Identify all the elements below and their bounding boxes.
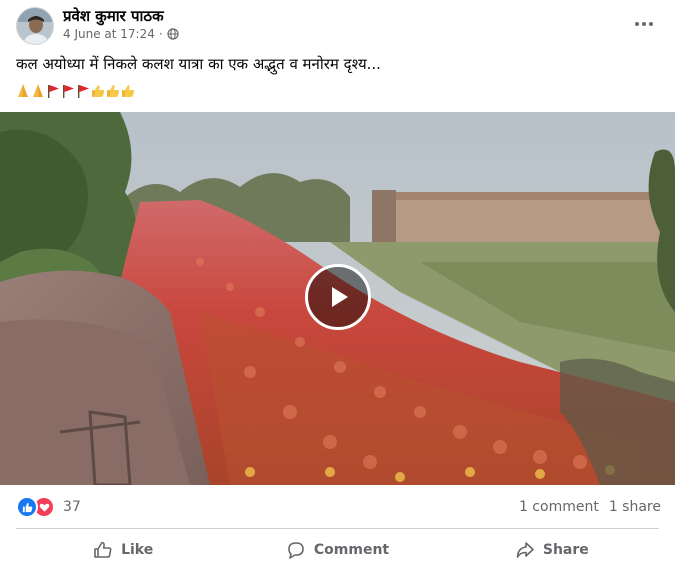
share-icon xyxy=(516,542,534,558)
post-actions: Like Comment Share xyxy=(16,532,659,568)
more-options-icon[interactable] xyxy=(631,14,657,34)
facebook-post: प्रवेश कुमार पाठक 4 June at 17:24 · कल अ… xyxy=(0,0,675,576)
post-meta: 4 June at 17:24 · xyxy=(63,27,179,41)
thumbs-up-icon xyxy=(122,85,135,97)
folded-hands-icon xyxy=(18,84,28,97)
like-label: Like xyxy=(121,542,154,558)
thumbs-up-icon xyxy=(92,85,105,97)
folded-hands-icon xyxy=(33,84,43,97)
author-avatar[interactable] xyxy=(16,7,54,45)
reaction-count: 37 xyxy=(63,499,81,515)
play-icon xyxy=(332,287,348,307)
share-label: Share xyxy=(542,542,589,558)
post-caption: कल अयोध्या में निकले कलश यात्रा का एक अद… xyxy=(16,55,381,73)
red-flag-icon xyxy=(78,85,89,98)
comment-icon xyxy=(288,542,304,559)
like-icon xyxy=(16,496,38,518)
comment-count-link[interactable]: 1 comment xyxy=(519,499,599,515)
globe-icon xyxy=(167,28,179,40)
comment-button[interactable]: Comment xyxy=(230,532,444,568)
comment-label: Comment xyxy=(313,542,390,558)
play-button[interactable] xyxy=(305,264,371,330)
post-stats: 37 1 comment 1 share xyxy=(16,495,661,519)
thumbs-up-outline-icon xyxy=(94,541,112,558)
caption-emojis xyxy=(16,82,135,100)
red-flag-icon xyxy=(48,85,59,98)
reactions-summary[interactable]: 37 xyxy=(16,496,81,518)
post-timestamp[interactable]: 4 June at 17:24 xyxy=(63,27,155,41)
author-name[interactable]: प्रवेश कुमार पाठक xyxy=(63,6,164,26)
thumbs-up-icon xyxy=(107,85,120,97)
share-button[interactable]: Share xyxy=(445,532,659,568)
share-count-link[interactable]: 1 share xyxy=(609,499,661,515)
like-button[interactable]: Like xyxy=(16,532,230,568)
actions-divider xyxy=(16,528,659,529)
meta-separator: · xyxy=(158,27,163,41)
red-flag-icon xyxy=(63,85,74,98)
